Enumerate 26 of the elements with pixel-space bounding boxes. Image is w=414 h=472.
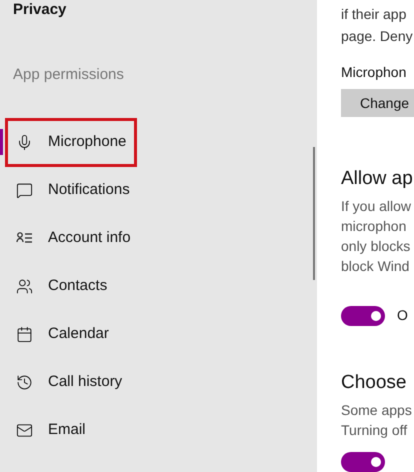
section-heading: Choose xyxy=(341,371,406,395)
nav-item[interactable]: Microphone xyxy=(5,118,137,166)
section-label: App permissions xyxy=(13,65,124,85)
section-heading: Allow ap xyxy=(341,167,413,191)
nav-item[interactable]: Contacts xyxy=(5,262,137,310)
scrollbar[interactable] xyxy=(313,147,315,280)
people-icon xyxy=(16,278,33,294)
history-icon xyxy=(16,374,33,390)
calendar-icon xyxy=(16,326,33,342)
description-text: Some apps Turning off xyxy=(341,401,412,440)
nav-item[interactable]: Call history xyxy=(5,358,137,406)
toggle-switch[interactable] xyxy=(341,452,385,472)
toggle-switch[interactable] xyxy=(341,306,385,326)
toggle-label: O xyxy=(397,306,408,325)
nav-item[interactable]: Email xyxy=(5,406,137,454)
microphone-icon xyxy=(16,134,33,150)
nav-item[interactable]: Account info xyxy=(5,214,137,262)
device-label: Microphon xyxy=(341,63,406,82)
speech-bubble-icon xyxy=(16,182,33,198)
description-text: if their app page. Deny xyxy=(341,5,413,46)
envelope-icon xyxy=(16,422,33,438)
nav-item[interactable]: Notifications xyxy=(5,166,137,214)
description-text: If you allow microphon only blocks block Wind xyxy=(341,197,412,276)
change-button[interactable]: Change xyxy=(341,89,414,117)
nav-item[interactable]: Calendar xyxy=(5,310,137,358)
page-title: Privacy xyxy=(12,0,66,19)
